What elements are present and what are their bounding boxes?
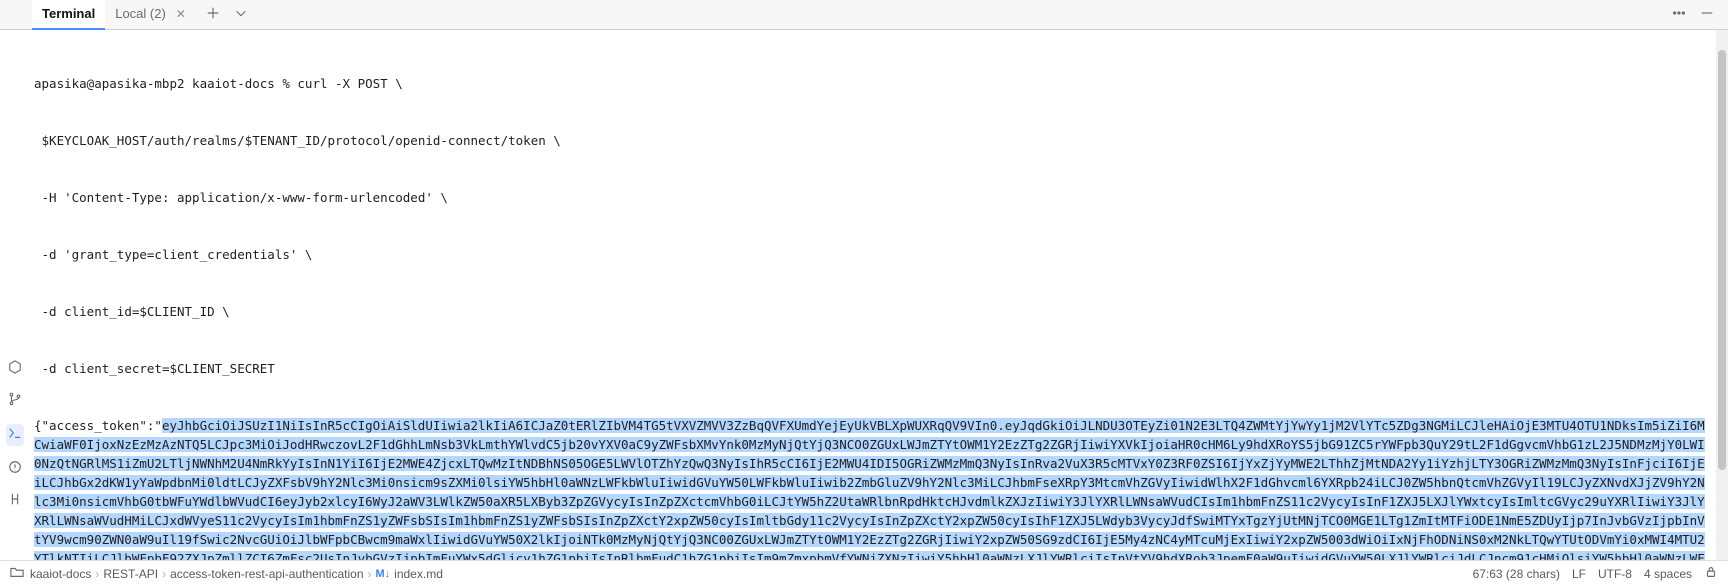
crumb-segment[interactable]: access-token-rest-api-authentication <box>170 567 363 581</box>
caret-position[interactable]: 67:63 (28 chars) <box>1473 567 1560 581</box>
terminal-response: {"access_token":"eyJhbGciOiJSUzI1NiIsInR… <box>34 416 1708 560</box>
terminal-line: $KEYCLOAK_HOST/auth/realms/$TENANT_ID/pr… <box>34 131 1708 150</box>
markdown-icon: M↓ <box>376 568 391 580</box>
branch-icon[interactable] <box>8 392 22 410</box>
tab-bar: Terminal Local (2) ✕ <box>0 0 1728 30</box>
tool-window-body: apasika@apasika-mbp2 kaaiot-docs % curl … <box>0 30 1728 560</box>
folder-icon <box>10 565 24 582</box>
status-bar: kaaiot-docs › REST-API › access-token-re… <box>0 560 1728 586</box>
chevron-right-icon: › <box>162 567 166 581</box>
scrollbar[interactable] <box>1716 30 1728 560</box>
hide-panel-icon[interactable] <box>1700 6 1714 23</box>
selected-text: eyJhbGciOiJSUzI1NiIsInR5cCIgOiAiSldUIiwi… <box>34 418 1705 560</box>
warning-icon[interactable] <box>8 460 22 478</box>
line-separator[interactable]: LF <box>1572 567 1586 581</box>
readonly-icon[interactable] <box>1704 565 1718 582</box>
tab-terminal[interactable]: Terminal <box>32 0 105 30</box>
terminal-line: -d 'grant_type=client_credentials' \ <box>34 245 1708 264</box>
command-icon[interactable] <box>6 424 24 446</box>
breadcrumbs[interactable]: kaaiot-docs › REST-API › access-token-re… <box>30 567 443 581</box>
hexagon-icon[interactable] <box>8 360 22 378</box>
terminal-line: -H 'Content-Type: application/x-www-form… <box>34 188 1708 207</box>
scroll-thumb[interactable] <box>1718 50 1726 470</box>
crumb-file[interactable]: index.md <box>394 567 443 581</box>
tab-label: Local (2) <box>115 6 166 21</box>
crumb-segment[interactable]: REST-API <box>103 567 158 581</box>
tab-group: Terminal Local (2) ✕ <box>32 0 256 30</box>
terminal-line: -d client_secret=$CLIENT_SECRET <box>34 359 1708 378</box>
vcs-icon[interactable] <box>8 492 22 510</box>
indent[interactable]: 4 spaces <box>1644 567 1692 581</box>
tab-local[interactable]: Local (2) ✕ <box>105 0 198 30</box>
add-tab-icon[interactable] <box>206 6 220 23</box>
tab-label: Terminal <box>42 6 95 21</box>
chevron-down-icon[interactable] <box>234 6 248 23</box>
chevron-right-icon: › <box>368 567 372 581</box>
more-icon[interactable] <box>1672 6 1686 23</box>
terminal-output[interactable]: apasika@apasika-mbp2 kaaiot-docs % curl … <box>30 30 1716 560</box>
left-gutter <box>0 30 30 560</box>
crumb-project[interactable]: kaaiot-docs <box>30 567 91 581</box>
encoding[interactable]: UTF-8 <box>1598 567 1632 581</box>
chevron-right-icon: › <box>95 567 99 581</box>
close-icon[interactable]: ✕ <box>174 7 188 21</box>
terminal-line: apasika@apasika-mbp2 kaaiot-docs % curl … <box>34 74 1708 93</box>
terminal-line: -d client_id=$CLIENT_ID \ <box>34 302 1708 321</box>
